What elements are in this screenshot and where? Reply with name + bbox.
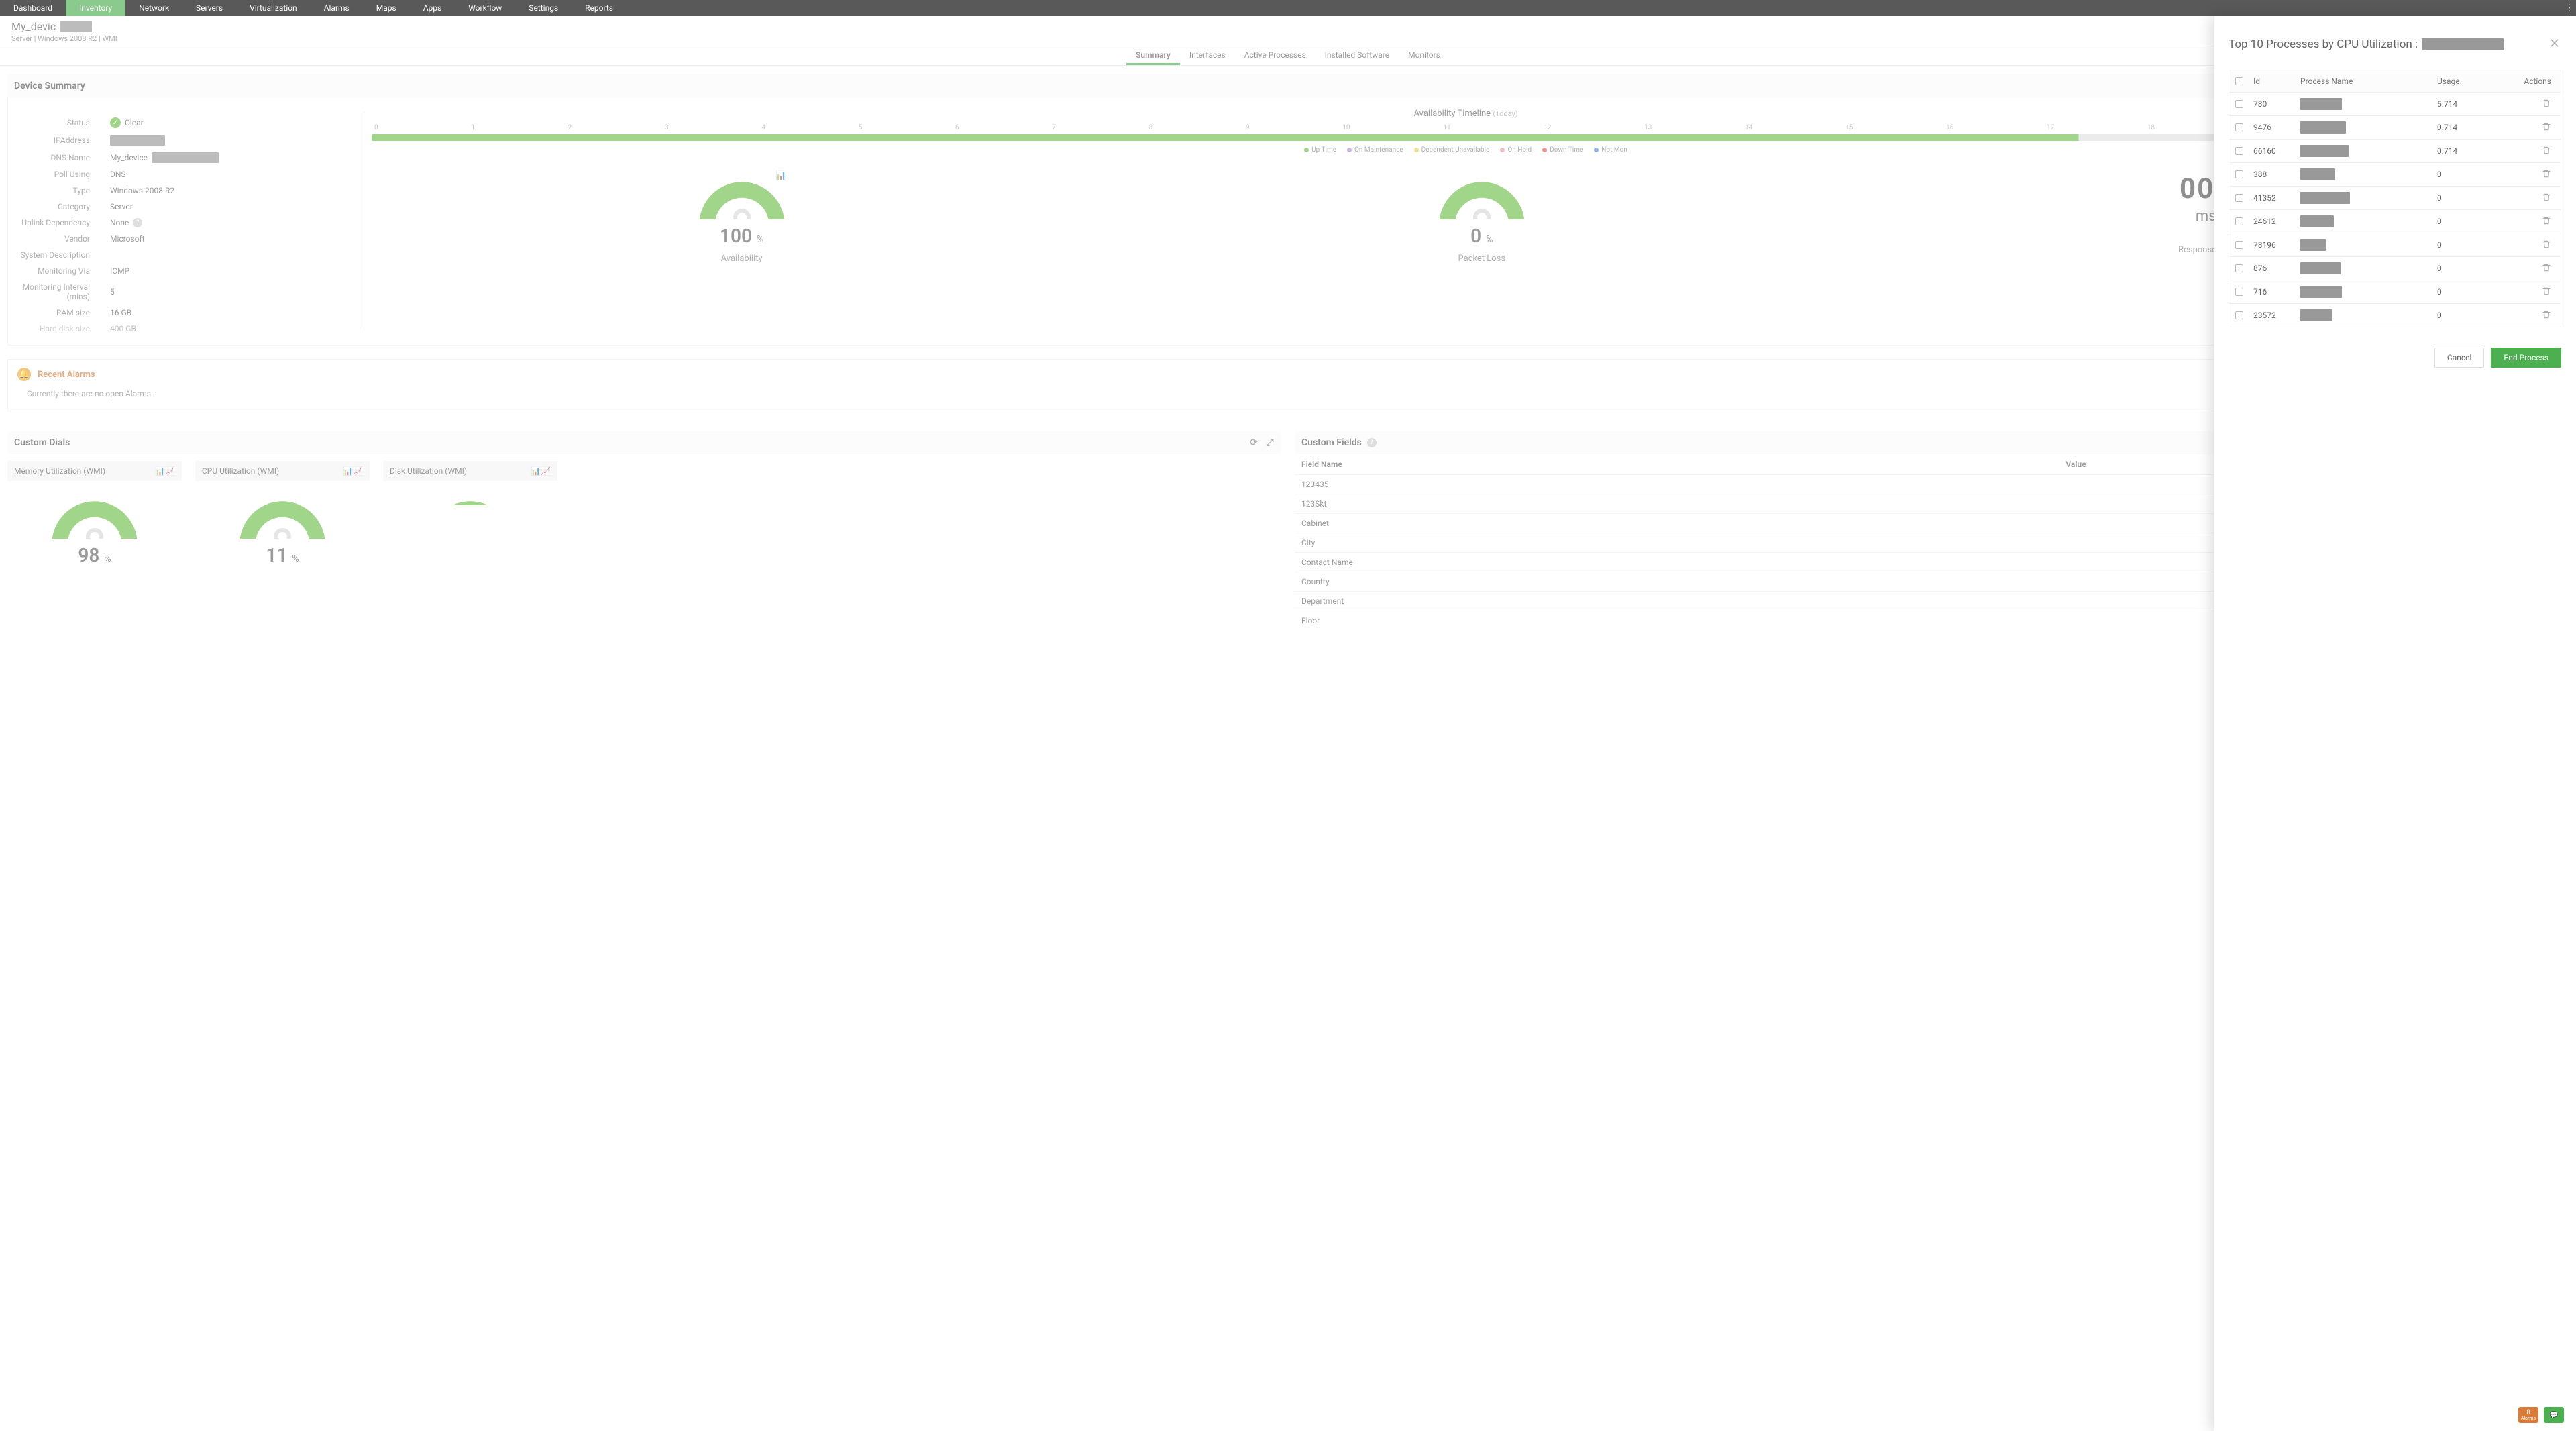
col-name: Process Name: [2296, 70, 2433, 92]
modal-scrim[interactable]: [0, 0, 2576, 1431]
process-name-redacted: [2300, 168, 2335, 180]
row-checkbox[interactable]: [2235, 217, 2243, 225]
row-checkbox[interactable]: [2235, 147, 2243, 155]
process-row: 23572 0: [2229, 303, 2561, 327]
process-row: 780 5.714: [2229, 93, 2561, 115]
process-name-redacted: [2300, 192, 2350, 204]
cancel-button[interactable]: Cancel: [2434, 348, 2485, 368]
process-id: 41352: [2249, 187, 2296, 209]
row-checkbox[interactable]: [2235, 311, 2243, 319]
row-checkbox[interactable]: [2235, 100, 2243, 108]
process-row: 9476 0.714: [2229, 115, 2561, 139]
process-id: 66160: [2249, 140, 2296, 162]
process-id: 716: [2249, 280, 2296, 303]
process-id: 876: [2249, 257, 2296, 280]
process-row: 388 0: [2229, 162, 2561, 186]
trash-icon[interactable]: [2542, 146, 2551, 157]
process-id: 388: [2249, 163, 2296, 186]
process-id: 78196: [2249, 233, 2296, 256]
process-id: 780: [2249, 93, 2296, 115]
process-usage: 0: [2433, 280, 2514, 303]
process-row: 876 0: [2229, 256, 2561, 280]
select-all-checkbox[interactable]: [2235, 77, 2243, 85]
trash-icon[interactable]: [2542, 99, 2551, 110]
trash-icon[interactable]: [2542, 169, 2551, 180]
process-table-header: Id Process Name Usage Actions: [2229, 70, 2561, 93]
col-id: Id: [2249, 70, 2296, 92]
process-name-redacted: [2300, 262, 2341, 274]
chat-icon[interactable]: 💬: [2544, 1407, 2564, 1423]
process-name-redacted: [2300, 239, 2326, 251]
trash-icon[interactable]: [2542, 193, 2551, 204]
alarm-count-badge[interactable]: 8Alarms: [2518, 1407, 2538, 1423]
row-checkbox[interactable]: [2235, 194, 2243, 202]
col-usage: Usage: [2433, 70, 2514, 92]
process-usage: 0: [2433, 187, 2514, 209]
row-checkbox[interactable]: [2235, 123, 2243, 131]
end-process-button[interactable]: End Process: [2491, 348, 2561, 368]
process-usage: 0: [2433, 163, 2514, 186]
process-usage: 0.714: [2433, 140, 2514, 162]
modal-title: Top 10 Processes by CPU Utilization :: [2229, 38, 2561, 51]
process-id: 23572: [2249, 304, 2296, 327]
process-row: 66160 0.714: [2229, 139, 2561, 162]
process-row: 716 0: [2229, 280, 2561, 303]
process-row: 24612 0: [2229, 209, 2561, 233]
trash-icon[interactable]: [2542, 122, 2551, 134]
trash-icon[interactable]: [2542, 216, 2551, 227]
process-row: 78196 0: [2229, 233, 2561, 256]
row-checkbox[interactable]: [2235, 241, 2243, 249]
process-usage: 0: [2433, 304, 2514, 327]
process-name-redacted: [2300, 98, 2342, 110]
process-id: 24612: [2249, 210, 2296, 233]
process-name-redacted: [2300, 215, 2334, 227]
process-name-redacted: [2300, 145, 2349, 157]
process-usage: 0: [2433, 210, 2514, 233]
process-usage: 0: [2433, 233, 2514, 256]
col-actions: Actions: [2514, 70, 2561, 92]
process-name-redacted: [2300, 309, 2332, 321]
process-usage: 0.714: [2433, 116, 2514, 139]
modal-title-redacted: [2422, 38, 2504, 50]
trash-icon[interactable]: [2542, 310, 2551, 321]
process-usage: 0: [2433, 257, 2514, 280]
process-id: 9476: [2249, 116, 2296, 139]
process-name-redacted: [2300, 286, 2342, 298]
row-checkbox[interactable]: [2235, 264, 2243, 272]
trash-icon[interactable]: [2542, 240, 2551, 251]
top-processes-modal: Top 10 Processes by CPU Utilization : Id…: [2214, 16, 2576, 1431]
close-icon[interactable]: [2548, 36, 2561, 52]
process-row: 41352 0: [2229, 186, 2561, 209]
process-name-redacted: [2300, 121, 2346, 134]
trash-icon[interactable]: [2542, 286, 2551, 298]
trash-icon[interactable]: [2542, 263, 2551, 274]
row-checkbox[interactable]: [2235, 288, 2243, 296]
process-usage: 5.714: [2433, 93, 2514, 115]
row-checkbox[interactable]: [2235, 170, 2243, 178]
